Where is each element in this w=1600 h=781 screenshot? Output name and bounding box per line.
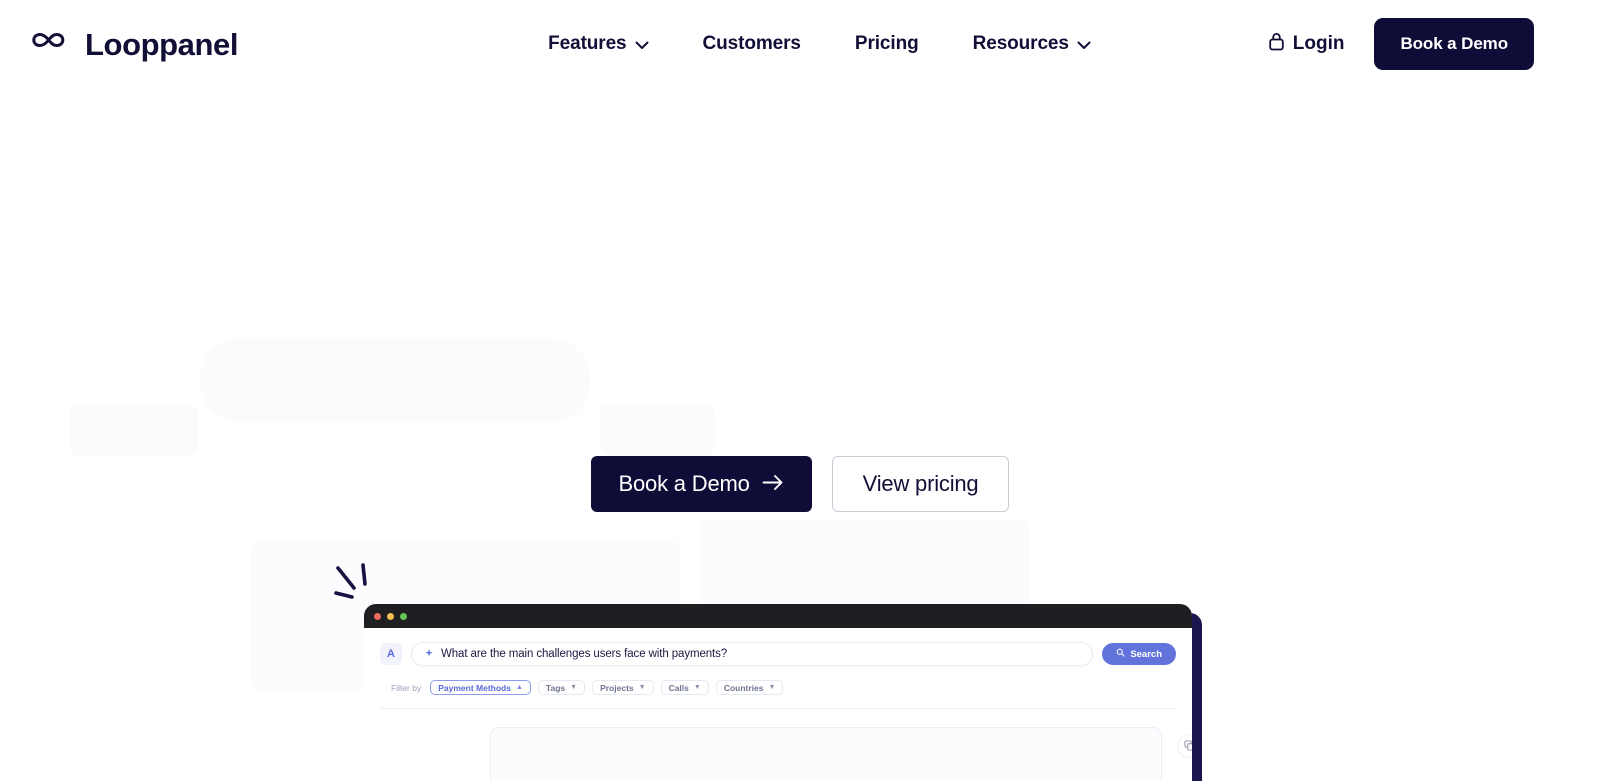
filter-pill-calls[interactable]: Calls ▼ [660,680,709,695]
background-shape [200,338,590,422]
avatar: A [380,643,402,665]
browser-title-bar [364,604,1192,628]
background-shape [600,404,715,456]
nav-item-customers[interactable]: Customers [703,33,801,55]
browser-content: A What are the main challenges users fac… [364,628,1192,781]
filter-pill-label: Countries [723,682,764,693]
answer-card [490,727,1192,781]
nav-links: Features Customers Pricing Resources [548,32,1091,56]
magnifier-icon [1116,648,1125,660]
query-text: What are the main challenges users face … [441,648,728,660]
chevron-down-icon: ▼ [693,684,701,691]
divider [380,708,1176,709]
nav-item-label: Pricing [854,33,919,54]
login-label: Login [1292,33,1345,54]
book-demo-label: Book a Demo [618,471,750,496]
book-demo-button-hero[interactable]: Book a Demo [590,456,812,512]
search-button[interactable]: Search [1102,643,1176,665]
login-link[interactable]: Login [1269,32,1345,57]
chevron-up-icon: ▲ [515,684,523,691]
filter-pill-label: Calls [668,682,689,693]
chevron-down-icon: ▼ [638,684,646,691]
search-input[interactable]: What are the main challenges users face … [411,642,1094,666]
top-navigation-bar: Looppanel Features Customers Pricing Res… [0,0,1600,88]
chevron-down-icon: ▼ [570,684,578,691]
query-row: A What are the main challenges users fac… [380,642,1176,666]
infinity-icon [28,29,72,60]
brand-name: Looppanel [85,26,239,62]
filter-pill-label: Payment Methods [438,682,511,693]
chevron-down-icon [635,34,649,56]
minimize-window-icon[interactable] [387,612,394,620]
filter-pill-label: Tags [545,682,566,693]
filter-row: Filter by Payment Methods ▲ Tags ▼ Proje… [380,680,1176,695]
filter-pill-tags[interactable]: Tags ▼ [537,680,586,695]
nav-item-features[interactable]: Features [548,32,649,56]
nav-item-label: Customers [702,33,801,54]
close-window-icon[interactable] [374,612,381,620]
search-button-label: Search [1130,648,1162,660]
maximize-window-icon[interactable] [400,612,407,620]
filter-pill-projects[interactable]: Projects ▼ [592,680,654,695]
chevron-down-icon: ▼ [768,684,776,691]
copy-icon [1183,739,1192,754]
filter-pill-countries[interactable]: Countries ▼ [715,680,784,695]
decorative-spark-lines-icon [330,558,378,611]
hero-cta-row: Book a Demo View pricing [0,456,1600,512]
filter-pill-payment-methods[interactable]: Payment Methods ▲ [430,680,531,695]
nav-item-pricing[interactable]: Pricing [855,33,919,55]
nav-item-label: Resources [972,33,1069,54]
chevron-down-icon [1077,34,1091,56]
filter-pill-label: Projects [600,682,634,693]
copy-button[interactable] [1177,734,1192,758]
nav-item-resources[interactable]: Resources [973,32,1091,56]
nav-actions: Login Book a Demo [1269,18,1600,70]
view-pricing-button[interactable]: View pricing [831,456,1010,512]
arrow-right-icon [762,471,784,497]
product-screenshot-mockup: A What are the main challenges users fac… [364,604,1204,781]
filter-by-label: Filter by [391,682,422,693]
nav-item-label: Features [548,33,627,54]
brand-logo-link[interactable]: Looppanel [28,26,239,62]
background-shape [70,404,198,456]
book-demo-button-nav[interactable]: Book a Demo [1374,18,1534,70]
browser-window: A What are the main challenges users fac… [364,604,1192,781]
sparkle-icon [424,645,434,663]
lock-icon [1269,32,1284,57]
